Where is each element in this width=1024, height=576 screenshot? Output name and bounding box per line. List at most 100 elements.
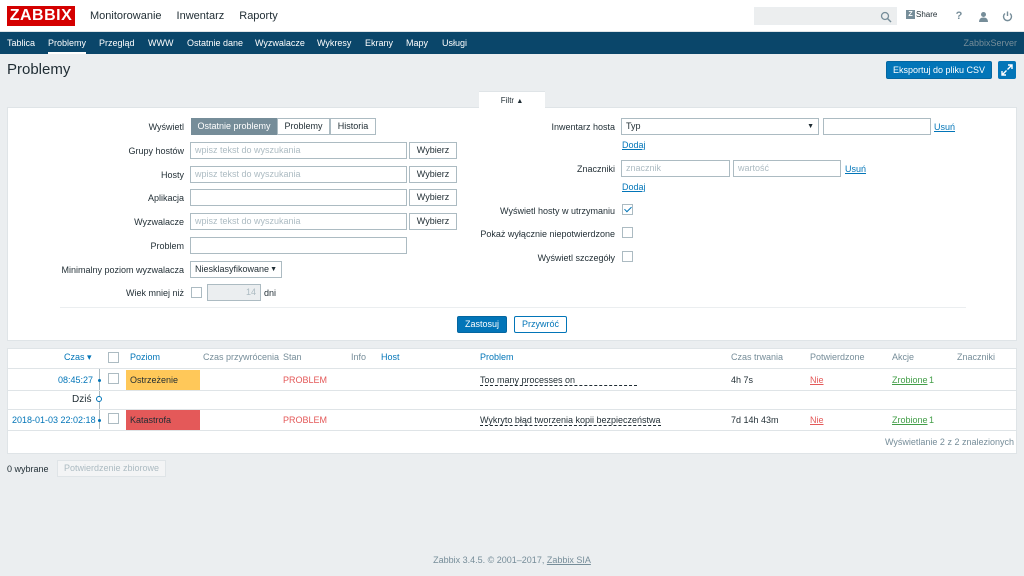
hosts-select-button[interactable]: Wybierz — [409, 166, 457, 183]
row1-severity: Ostrzeżenie — [126, 370, 200, 390]
menu-reports[interactable]: Raporty — [239, 0, 278, 32]
logout-icon[interactable] — [1000, 8, 1014, 24]
row2-ack[interactable]: Nie — [810, 415, 824, 425]
nav-screens[interactable]: Ekrany — [365, 32, 393, 54]
nav-web[interactable]: WWW — [148, 32, 173, 54]
details-label: Wyświetl szczegóły — [537, 253, 615, 263]
top-menu: Monitorowanie Inwentarz Raporty — [90, 0, 293, 32]
nav-dashboard[interactable]: Tablica — [7, 32, 35, 54]
nav-latest-data[interactable]: Ostatnie dane — [187, 32, 243, 54]
nav-overview[interactable]: Przegląd — [99, 32, 135, 54]
row1-ack[interactable]: Nie — [810, 375, 824, 385]
copyright-company-link[interactable]: Zabbix SIA — [547, 555, 591, 565]
nav-graphs[interactable]: Wykresy — [317, 32, 351, 54]
selected-count: 0 wybrane — [7, 464, 49, 474]
row2-duration: 7d 14h 43m — [731, 415, 779, 425]
inventory-add-link[interactable]: Dodaj — [622, 140, 646, 150]
tag-value-input[interactable]: wartość — [733, 160, 841, 177]
header-host[interactable]: Host — [381, 352, 400, 362]
timeline-dot — [98, 379, 101, 382]
row2-checkbox[interactable] — [108, 413, 119, 424]
row-divider — [8, 430, 1016, 431]
inventory-value-input[interactable] — [823, 118, 931, 135]
menu-monitoring[interactable]: Monitorowanie — [90, 0, 162, 32]
problem-input[interactable] — [190, 237, 407, 254]
header-time[interactable]: Czas ▾ — [64, 352, 92, 363]
menu-inventory[interactable]: Inwentarz — [177, 0, 225, 32]
min-severity-value: Niesklasyfikowane — [195, 264, 270, 274]
application-input[interactable] — [190, 189, 407, 206]
help-icon[interactable]: ? — [952, 8, 966, 24]
mass-ack-button[interactable]: Potwierdzenie zbiorowe — [57, 460, 166, 477]
export-csv-button[interactable]: Eksportuj do pliku CSV — [886, 61, 992, 79]
timeline-dot — [98, 419, 101, 422]
user-profile-icon[interactable] — [976, 8, 990, 24]
header-recovery-time: Czas przywrócenia — [203, 352, 280, 362]
table-count: Wyświetlanie 2 z 2 znalezionych — [885, 437, 1014, 447]
nav-problems[interactable]: Problemy — [48, 32, 87, 54]
server-name: ZabbixServer — [963, 38, 1017, 48]
hosts-input[interactable]: wpisz tekst do wyszukania — [190, 166, 407, 183]
filter-tab-label: Filtr — [500, 96, 515, 105]
row1-problem[interactable]: Too many processes on — [480, 375, 637, 386]
today-label: Dziś — [72, 394, 92, 405]
row2-actions[interactable]: Zrobione — [892, 415, 928, 425]
show-problems[interactable]: Problemy — [277, 118, 330, 135]
problems-table — [7, 348, 1017, 454]
maintenance-label: Wyświetl hosty w utrzymaniu — [500, 206, 615, 216]
header-actions: Akcje — [892, 352, 915, 362]
row2-problem[interactable]: Wykryto błąd tworzenia kopii bezpieczeńs… — [480, 415, 661, 426]
unack-only-checkbox[interactable] — [622, 227, 633, 238]
tag-remove-link[interactable]: Usuń — [845, 164, 866, 174]
triggers-input[interactable]: wpisz tekst do wyszukania — [190, 213, 407, 230]
top-header: ZABBIX Monitorowanie Inwentarz Raporty Z… — [0, 0, 1024, 32]
row2-status: PROBLEM — [283, 415, 328, 425]
select-all-checkbox[interactable] — [108, 352, 119, 363]
inventory-remove-link[interactable]: Usuń — [934, 122, 955, 132]
nav-maps[interactable]: Mapy — [406, 32, 428, 54]
application-select-button[interactable]: Wybierz — [409, 189, 457, 206]
min-severity-select[interactable]: Niesklasyfikowane ▼ — [190, 261, 282, 278]
sub-navigation: Tablica Problemy Przegląd WWW Ostatnie d… — [0, 32, 1024, 54]
maintenance-checkbox[interactable] — [622, 204, 633, 215]
apply-button[interactable]: Zastosuj — [457, 316, 507, 333]
row1-duration: 4h 7s — [731, 375, 754, 385]
filter-divider — [60, 307, 966, 308]
search-input[interactable] — [754, 7, 897, 25]
details-checkbox[interactable] — [622, 251, 633, 262]
row1-actions[interactable]: Zrobione — [892, 375, 928, 385]
row2-time[interactable]: 2018-01-03 22:02:18 — [12, 415, 96, 425]
header-problem[interactable]: Problem — [480, 352, 514, 362]
inventory-field-select[interactable]: Typ ▼ — [621, 118, 819, 135]
problem-label: Problem — [150, 241, 184, 251]
hosts-label: Hosty — [160, 170, 184, 180]
header-divider — [8, 368, 1016, 369]
inventory-field-value: Typ — [626, 121, 641, 131]
age-input[interactable]: 14 — [207, 284, 261, 301]
dropdown-caret-icon: ▼ — [270, 266, 277, 273]
row2-actions-count: 1 — [929, 415, 935, 425]
nav-triggers[interactable]: Wyzwalacze — [255, 32, 305, 54]
search-icon[interactable] — [880, 11, 892, 23]
show-history[interactable]: Historia — [330, 118, 376, 135]
tags-label: Znaczniki — [576, 164, 615, 174]
row1-checkbox[interactable] — [108, 373, 119, 384]
age-checkbox[interactable] — [191, 287, 202, 298]
tag-name-input[interactable]: znacznik — [621, 160, 730, 177]
age-unit: dni — [264, 288, 277, 298]
share-button[interactable]: Z Share — [906, 10, 937, 19]
row1-time[interactable]: 08:45:27 — [58, 375, 93, 385]
header-severity[interactable]: Poziom — [130, 352, 160, 362]
show-recent-problems[interactable]: Ostatnie problemy — [191, 118, 277, 135]
filter-tab[interactable]: Filtr ▲ — [479, 91, 545, 108]
host-groups-select-button[interactable]: Wybierz — [409, 142, 457, 159]
host-groups-label: Grupy hostów — [128, 146, 184, 156]
zabbix-logo[interactable]: ZABBIX — [7, 6, 75, 26]
host-groups-input[interactable]: wpisz tekst do wyszukania — [190, 142, 407, 159]
tag-add-link[interactable]: Dodaj — [622, 182, 646, 192]
nav-services[interactable]: Usługi — [442, 32, 467, 54]
copyright-text: Zabbix 3.4.5. © 2001–2017, — [433, 555, 545, 565]
fullscreen-button[interactable] — [998, 61, 1016, 79]
unack-only-label: Pokaż wyłącznie niepotwierdzone — [480, 229, 615, 239]
reset-button[interactable]: Przywróć — [514, 316, 567, 333]
